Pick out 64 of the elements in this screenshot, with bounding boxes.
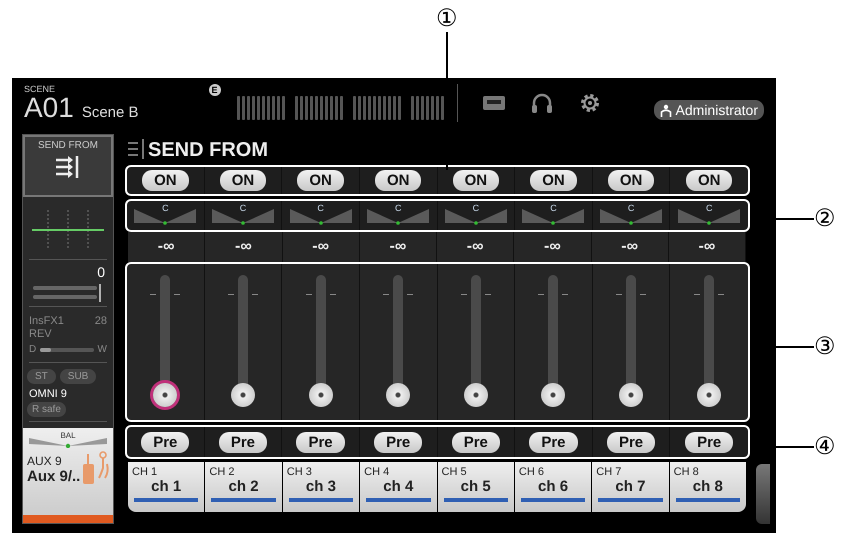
on-button[interactable]: ON [530,170,577,191]
on-button[interactable]: ON [374,170,422,191]
channel-name-tab[interactable]: CH 7 ch 7 [592,462,669,512]
pre-button[interactable]: Pre [296,432,345,452]
channel-name-tab[interactable]: CH 4 ch 4 [360,462,436,512]
user-name: Administrator [676,102,758,118]
bus-name-panel[interactable]: BAL AUX 9 Aux 9/.. [23,428,113,515]
on-button[interactable]: ON [220,170,266,191]
callout-number: ④ [814,434,836,458]
pre-button[interactable]: Pre [452,432,500,452]
gain-value: 0 [96,264,106,280]
insert-label: InsFX1 [29,315,64,327]
callout-number: ① [436,6,458,30]
channel-name-tab[interactable]: CH 8 ch 8 [670,462,746,512]
dry-label: D [29,344,36,355]
input-port-label: OMNI 9 [28,387,68,402]
send-level-value: -∞ [621,238,638,256]
send-from-icon [128,138,146,160]
pre-button[interactable]: Pre [218,432,268,452]
cassette-icon[interactable] [482,95,506,111]
pre-button[interactable]: Pre [685,432,734,452]
screen-title: SEND FROM [148,139,268,162]
pre-button[interactable]: Pre [606,432,656,452]
scene-number[interactable]: A01 [24,94,74,122]
bus-name: Aux 9/.. [27,468,82,485]
send-level-value: -∞ [390,238,406,256]
scene-label: SCENE [24,84,56,94]
send-level-value: -∞ [698,238,716,256]
send-from-icon [55,155,81,179]
effect-label: REV [28,327,53,341]
wet-label: W [98,344,107,355]
channel-name-tab[interactable]: CH 3 ch 3 [282,462,360,512]
balance-label: BAL [59,432,77,440]
send-level-value: -∞ [544,238,561,256]
on-button[interactable]: ON [452,170,500,191]
send-level-value: -∞ [158,238,174,256]
callout-number: ② [814,206,836,230]
send-level-value: -∞ [312,238,329,256]
on-button[interactable]: ON [608,170,654,191]
channel-strip-partial [756,464,770,524]
on-button[interactable]: ON [297,170,344,191]
user-badge[interactable]: Administrator [654,100,764,120]
channel-name-tab[interactable]: CH 5 ch 5 [438,462,514,512]
bus-id: AUX 9 [27,454,63,468]
insert-value: 28 [94,315,107,327]
e-badge: E [208,84,221,96]
channel-name-tab[interactable]: CH 2 ch 2 [205,462,282,512]
scene-name[interactable]: Scene B [82,104,139,120]
user-icon [660,104,672,116]
pre-button[interactable]: Pre [374,432,422,452]
pre-button[interactable]: Pre [529,432,578,452]
send-from-button[interactable]: SEND FROM [23,135,113,197]
in-ear-monitor-icon [81,450,111,486]
channel-name-tab[interactable]: CH 6 ch 6 [514,462,592,512]
send-level-value: -∞ [466,238,484,256]
mix-slider[interactable] [40,348,94,352]
pre-button[interactable]: Pre [141,432,190,452]
on-button[interactable]: ON [686,170,732,191]
callout-number: ③ [814,334,836,358]
send-level-value: -∞ [235,238,252,256]
headphones-icon[interactable] [530,91,554,115]
on-button[interactable]: ON [142,170,189,191]
gain-meter-icon [33,284,103,302]
channel-name-tab[interactable]: CH 1 ch 1 [128,462,204,512]
